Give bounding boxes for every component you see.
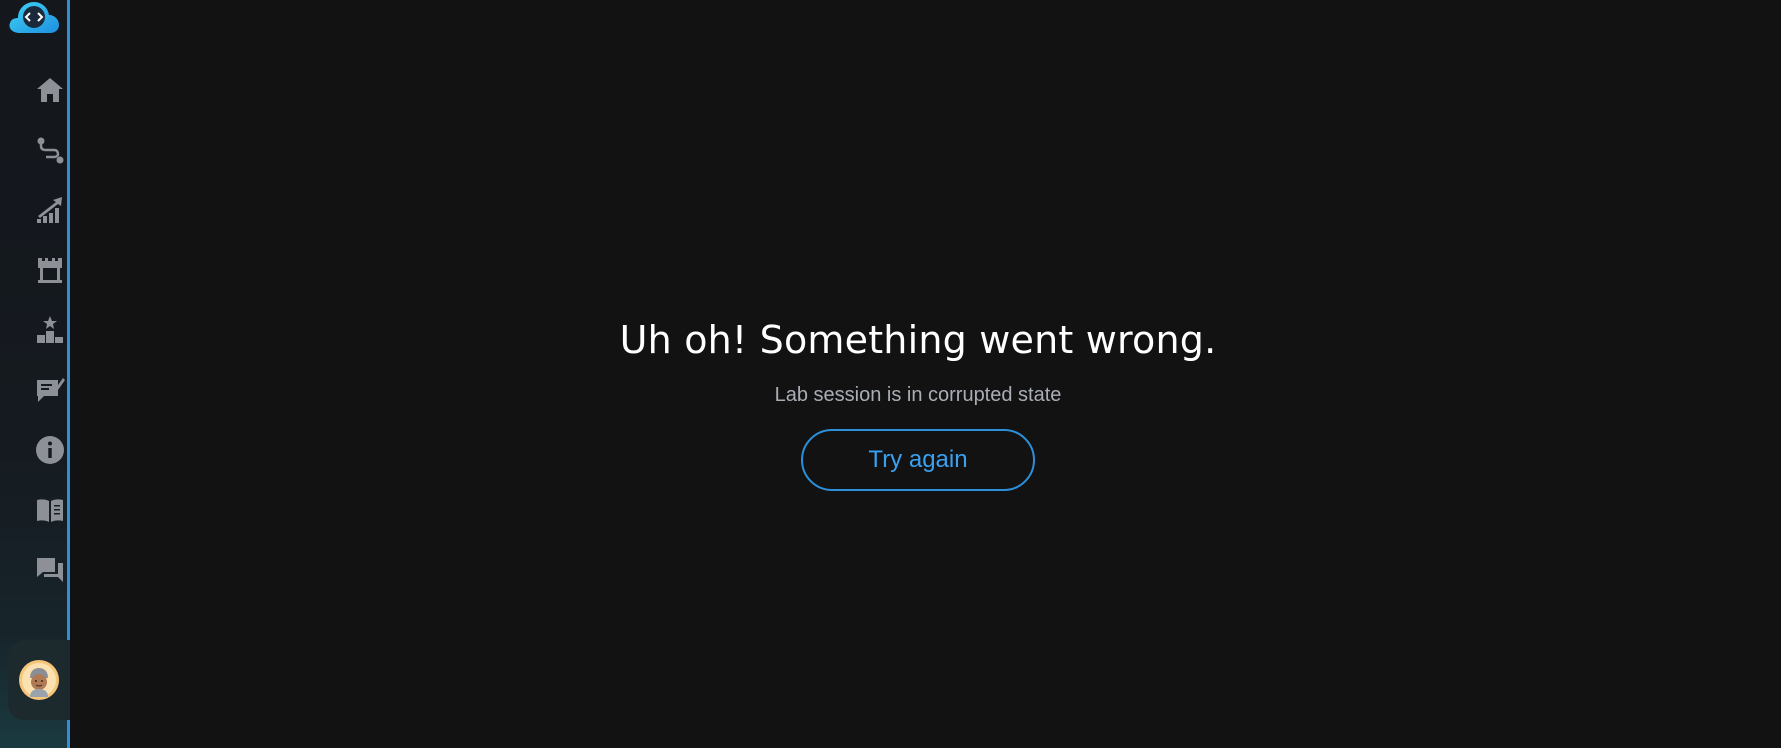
cloud-code-logo-icon[interactable] — [8, 0, 60, 36]
error-center: Uh oh! Something went wrong. Lab session… — [0, 318, 1781, 491]
user-menu — [8, 640, 70, 720]
lab-icon — [38, 258, 62, 283]
try-again-button[interactable]: Try again — [801, 429, 1035, 491]
user-avatar-icon[interactable] — [19, 660, 59, 700]
route-icon — [37, 137, 64, 164]
error-subtitle: Lab session is in corrupted state — [774, 384, 1062, 406]
error-title: Uh oh! Something went wrong. — [619, 318, 1217, 362]
sidebar-item-labs[interactable] — [30, 250, 70, 290]
home-icon — [37, 78, 63, 102]
sidebar-item-progress[interactable] — [30, 190, 70, 230]
sidebar-item-paths[interactable] — [30, 130, 70, 170]
sidebar-item-home[interactable] — [30, 70, 70, 110]
app-window: Uh oh! Something went wrong. Lab session… — [0, 0, 1781, 748]
book-icon — [37, 499, 63, 522]
sidebar-item-docs[interactable] — [30, 490, 70, 530]
sidebar-item-forum[interactable] — [30, 550, 70, 590]
progress-chart-icon — [37, 197, 62, 223]
forum-icon — [37, 558, 63, 582]
